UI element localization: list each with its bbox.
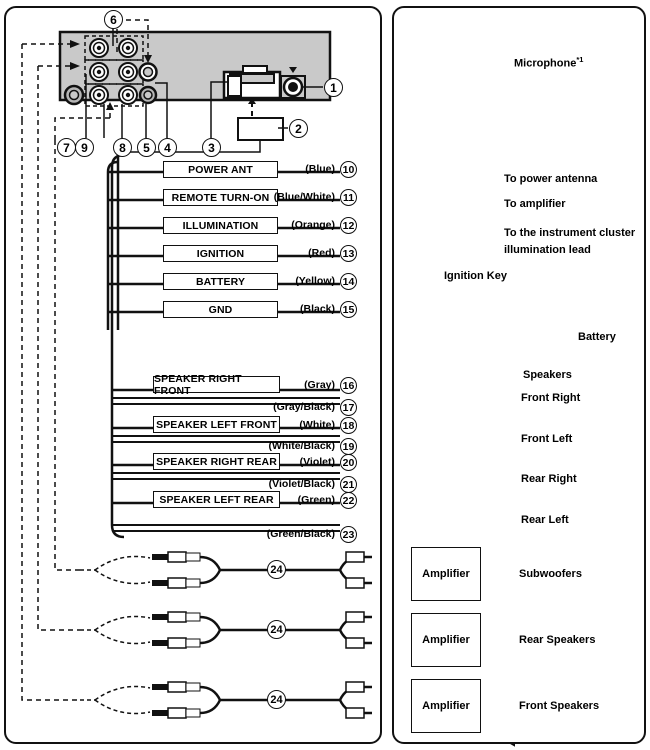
rca-cable-2 — [80, 611, 372, 649]
microphone-label-text: Microphone — [514, 57, 577, 70]
wire-color-green: (Green) — [297, 494, 335, 506]
wire-color-violet-black: (Violet/Black) — [268, 478, 335, 490]
callout-2: 2 — [289, 119, 308, 138]
to-amplifier-label: To amplifier — [504, 198, 566, 210]
speakers-heading: Speakers — [523, 369, 572, 381]
wire-color-green-black: (Green/Black) — [266, 528, 335, 540]
callout-5: 5 — [137, 138, 156, 157]
wire-color-orange: (Orange) — [291, 219, 335, 231]
amp-output-label-subwoofers: Subwoofers — [519, 568, 582, 580]
wire-num-15: 15 — [340, 301, 357, 318]
to-illumination-label-line2: illumination lead — [504, 244, 591, 256]
power-connector-block — [222, 65, 282, 100]
microphone-footnote: *1 — [576, 55, 584, 64]
dash-bus-rca3 — [21, 120, 80, 701]
wire-num-20: 20 — [340, 454, 357, 471]
wire-color-white-black: (White/Black) — [268, 440, 335, 452]
callout-8: 8 — [113, 138, 132, 157]
wire-color-white: (White) — [299, 419, 335, 431]
rca-cable-num-1: 24 — [267, 560, 286, 579]
speaker-label-rear-left: Rear Left — [521, 514, 569, 526]
wire-color-blue-white: (Blue/White) — [273, 191, 335, 203]
wire-num-18: 18 — [340, 417, 357, 434]
rca-cable-num-2: 24 — [267, 620, 286, 639]
microphone-label: Microphone*1 — [514, 55, 583, 70]
wire-color-violet: (Violet) — [299, 456, 335, 468]
speaker-label-front-right: Front Right — [521, 392, 581, 404]
callout-9: 9 — [75, 138, 94, 157]
dash-bus-rca2 — [37, 120, 80, 631]
dash-bus-rca1 — [54, 140, 80, 571]
battery-label: Battery — [578, 331, 616, 343]
wire-num-14: 14 — [340, 273, 357, 290]
callout-7: 7 — [57, 138, 76, 157]
wire-num-10: 10 — [340, 161, 357, 178]
antenna-jack-9 — [63, 84, 85, 106]
wire-num-11: 11 — [340, 189, 357, 206]
wire-num-13: 13 — [340, 245, 357, 262]
amplifier-box-rear: Amplifier — [411, 613, 481, 667]
wire-color-gray: (Gray) — [304, 379, 335, 391]
amplifier-box-front: Amplifier — [411, 679, 481, 733]
dash-bottom-route — [54, 117, 110, 140]
amp-output-label-front: Front Speakers — [519, 700, 600, 712]
rca-cable-3 — [80, 681, 372, 719]
rca-cable-1 — [80, 551, 372, 589]
jack-5 — [138, 85, 158, 105]
wire-num-22: 22 — [340, 492, 357, 509]
callout-4: 4 — [158, 138, 177, 157]
wire-num-17: 17 — [340, 399, 357, 416]
to-illumination-label-line1: To the instrument cluster — [504, 227, 636, 239]
wire-num-16: 16 — [340, 377, 357, 394]
wire-num-23: 23 — [340, 526, 357, 543]
amplifier-box-subwoofers: Amplifier — [411, 547, 481, 601]
box-2 — [237, 117, 284, 141]
rca-cable-num-3: 24 — [267, 690, 286, 709]
amp-output-label-rear: Rear Speakers — [519, 634, 596, 646]
callout-3: 3 — [202, 138, 221, 157]
to-power-antenna-label: To power antenna — [504, 173, 598, 185]
wire-color-red: (Red) — [308, 247, 335, 259]
speaker-label-rear-right: Rear Right — [521, 473, 577, 485]
wire-num-12: 12 — [340, 217, 357, 234]
wire-color-blue: (Blue) — [305, 163, 335, 175]
ignition-key-label: Ignition Key — [444, 270, 507, 282]
wire-color-gray-black: (Gray/Black) — [273, 401, 335, 413]
wire-num-19: 19 — [340, 438, 357, 455]
wire-color-yellow: (Yellow) — [295, 275, 335, 287]
speaker-label-front-left: Front Left — [521, 433, 573, 445]
wire-num-21: 21 — [340, 476, 357, 493]
callout-1: 1 — [324, 78, 343, 97]
callout-6: 6 — [104, 10, 123, 29]
jack-4 — [138, 62, 158, 82]
wire-color-black: (Black) — [299, 303, 335, 315]
